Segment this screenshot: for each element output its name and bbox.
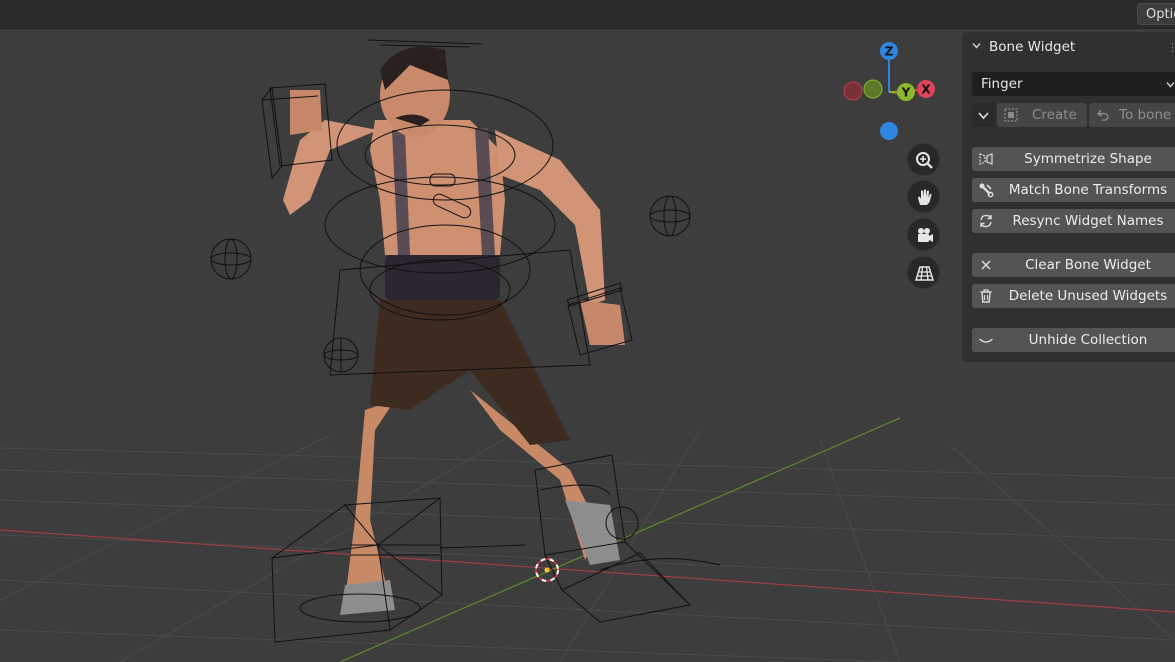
symmetrize-shape-button[interactable]: Symmetrize Shape [972,147,1175,171]
create-widget-button[interactable]: Create [997,103,1087,127]
to-bone-button[interactable]: To bone [1089,103,1175,127]
options-button[interactable]: Options [1137,3,1175,25]
delete-unused-widgets-label: Delete Unused Widgets [1008,288,1168,304]
drag-grip-icon[interactable]: ⋮⋮ [1167,41,1175,54]
create-widget-label: Create [1032,107,1077,123]
bone-widget-panel: Bone Widget ⋮⋮ Finger Create To bone Sym… [962,32,1175,362]
resync-widget-names-label: Resync Widget Names [1012,213,1164,229]
gizmo-x-label: X [921,83,931,97]
resync-widget-names-button[interactable]: Resync Widget Names [972,209,1175,233]
undo-arrow-icon [1096,109,1109,121]
widget-select-dropdown[interactable]: Finger [972,72,1175,96]
expand-options-button[interactable] [972,103,995,127]
camera-icon [918,228,933,242]
grid-perspective-icon [915,266,934,281]
camera-view-button[interactable] [907,218,940,251]
pan-button[interactable] [907,180,940,213]
chevron-down-icon [1166,82,1175,88]
gizmo-y-label: Y [901,86,911,100]
panel-title: Bone Widget [989,39,1076,55]
unhide-collection-label: Unhide Collection [1028,332,1148,348]
gizmo-neg-x[interactable] [843,81,863,101]
to-bone-label: To bone [1119,107,1172,123]
create-icon [1004,108,1018,122]
match-bone-transforms-label: Match Bone Transforms [1008,182,1168,198]
clear-bone-widget-button[interactable]: Clear Bone Widget [972,253,1175,277]
match-bone-transforms-button[interactable]: Match Bone Transforms [972,178,1175,202]
hand-pan-icon [918,189,932,205]
zoom-button[interactable] [907,143,940,176]
gizmo-z-label: Z [885,45,894,59]
chevron-down-icon [978,112,989,120]
symmetrize-shape-label: Symmetrize Shape [1024,151,1152,167]
gizmo-neg-y[interactable] [863,79,883,99]
viewport-header: Options [0,0,1175,29]
panel-header[interactable]: Bone Widget ⋮⋮ [962,32,1175,62]
unhide-collection-button[interactable]: Unhide Collection [972,328,1175,352]
chevron-down-icon[interactable] [972,41,981,50]
clear-bone-widget-label: Clear Bone Widget [1025,257,1151,273]
gizmo-neg-z[interactable] [880,122,898,140]
zoom-icon [916,152,933,169]
widget-select-value: Finger [981,76,1023,92]
perspective-toggle-button[interactable] [907,256,940,289]
delete-unused-widgets-button[interactable]: Delete Unused Widgets [972,284,1175,308]
